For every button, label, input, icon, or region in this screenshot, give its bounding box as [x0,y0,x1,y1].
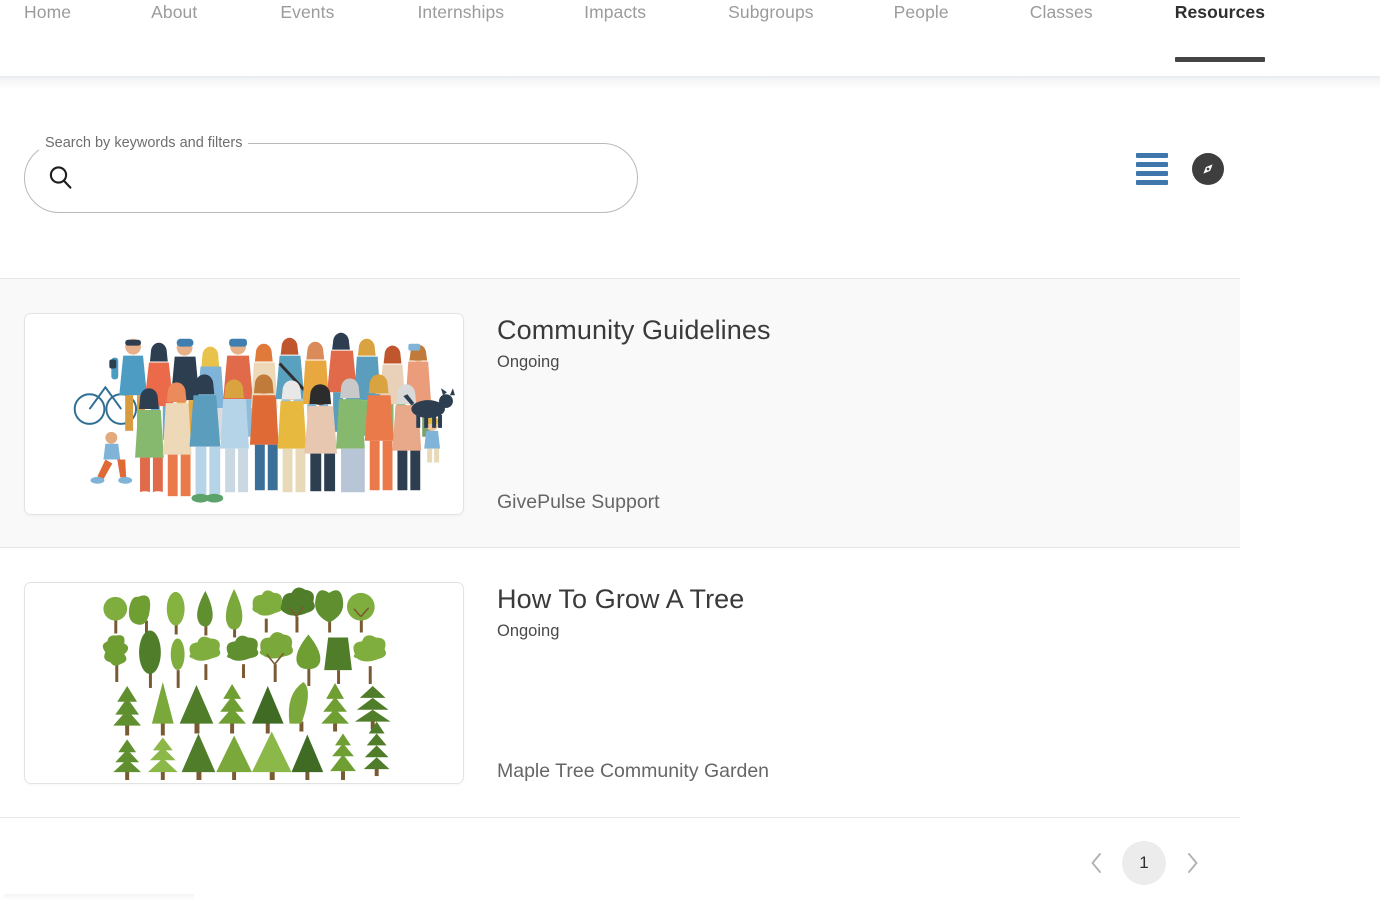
resource-thumbnail[interactable] [24,313,464,515]
results-list: Community Guidelines Ongoing GivePulse Sup… [0,278,1240,818]
nav-item-label: Home [24,2,72,22]
nav-item-label: Resources [1174,2,1266,22]
nav-item-classes[interactable]: Classes [1030,0,1093,64]
pagination-page-1[interactable]: 1 [1122,841,1166,885]
nav-item-label: Events [280,2,335,22]
view-toggle-group [1136,152,1224,186]
resource-thumbnail[interactable] [24,582,464,784]
list-bar [1136,153,1168,158]
list-view-icon[interactable] [1136,152,1168,186]
search-field[interactable]: Search by keywords and filters [24,133,638,213]
nav-item-label: Internships [417,2,505,22]
nav-item-resources[interactable]: Resources [1174,0,1266,64]
resource-details: How To Grow A Tree Ongoing Maple Tree Comm… [497,582,1210,784]
nav-item-label: People [893,2,949,22]
search-and-view-toolbar: Search by keywords and filters [24,133,1356,215]
list-bar [1136,180,1168,185]
nav-item-label: Subgroups [728,2,814,22]
resource-row[interactable]: Community Guidelines Ongoing GivePulse Sup… [0,278,1240,548]
resource-details: Community Guidelines Ongoing GivePulse Sup… [497,313,1210,515]
nav-item-label: Classes [1029,2,1093,22]
nav-shadow-divider [0,76,1380,90]
search-input[interactable] [87,145,627,211]
nav-item-label: Impacts [584,2,647,22]
nav-item-impacts[interactable]: Impacts [584,0,646,64]
resource-schedule: Ongoing [497,353,560,371]
resource-title[interactable]: Community Guidelines [497,313,1210,347]
resource-row[interactable]: How To Grow A Tree Ongoing Maple Tree Comm… [0,548,1240,818]
pagination-prev-button[interactable] [1074,841,1118,885]
pagination-next-button[interactable] [1170,841,1214,885]
resource-owner[interactable]: Maple Tree Community Garden [497,758,769,784]
resource-schedule: Ongoing [497,622,560,640]
search-icon [47,164,75,192]
pagination: 1 [0,838,1240,888]
list-bar [1136,162,1168,167]
nav-item-internships[interactable]: Internships [417,0,504,64]
footer-partial [4,894,194,900]
nav-item-subgroups[interactable]: Subgroups [728,0,814,64]
nav-item-label: About [151,2,198,22]
nav-list: Home About Events Internships Impacts Subgrou… [0,0,1266,62]
primary-navigation: Home About Events Internships Impacts Subgrou… [0,0,1380,76]
nav-item-home[interactable]: Home [24,0,71,64]
explore-view-icon[interactable] [1192,153,1224,185]
resource-owner[interactable]: GivePulse Support [497,489,660,515]
nav-item-events[interactable]: Events [280,0,334,64]
nav-active-underline [1174,57,1266,62]
resource-title[interactable]: How To Grow A Tree [497,582,1210,616]
list-bar [1136,171,1168,176]
nav-item-people[interactable]: People [894,0,949,64]
nav-item-about[interactable]: About [151,0,197,64]
